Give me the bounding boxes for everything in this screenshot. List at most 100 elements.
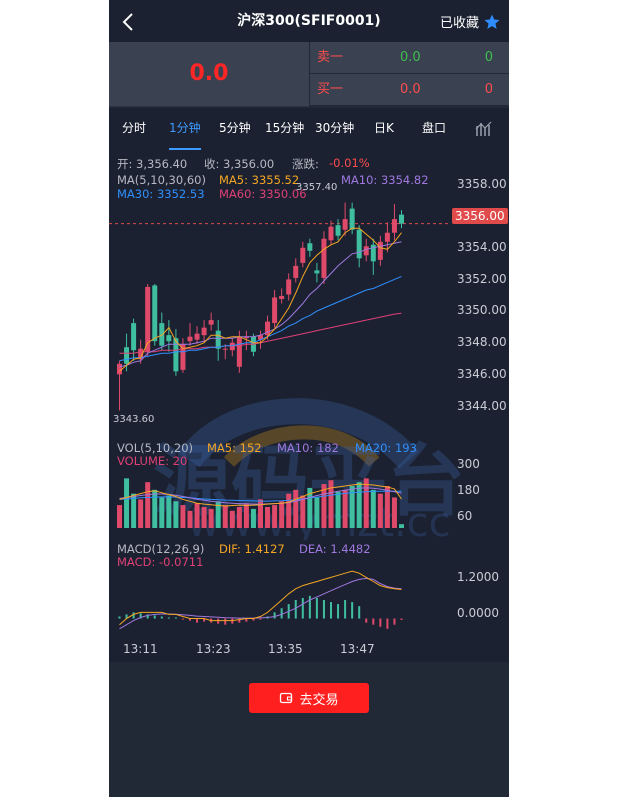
x-tick: 13:23 (196, 642, 231, 656)
candle-body (131, 323, 137, 351)
indicator-settings-icon[interactable] (475, 120, 493, 138)
kline-chart[interactable]: 源码平台 www.ymzt.cc 开: 3,356.40 收: 3,356.00… (109, 150, 509, 662)
candle-body (187, 336, 193, 342)
sell-one-price: 0.0 (400, 50, 421, 65)
buy-one-price: 0.0 (400, 82, 421, 97)
sell-one-row: 卖一 0.0 0 (310, 42, 509, 73)
volume-bar (370, 489, 376, 528)
candle-body (321, 238, 327, 278)
back-arrow-icon[interactable] (119, 10, 139, 34)
macd-bar (322, 600, 325, 619)
volume-bar (272, 505, 278, 528)
volume-bar (293, 489, 299, 528)
volume-bar (314, 497, 320, 528)
last-price: 0.0 (189, 61, 229, 86)
dea-line (119, 577, 402, 630)
dea-legend: DEA: 1.4482 (299, 542, 371, 556)
candle-body (293, 265, 299, 278)
candle-body (314, 270, 320, 274)
x-tick: 13:35 (268, 642, 303, 656)
volume-bar (377, 493, 383, 528)
macd-bar (365, 618, 368, 623)
vol-ma20-legend: MA20: 193 (355, 441, 417, 455)
tab-1min[interactable]: 1分钟 (169, 108, 201, 150)
volume-bar (229, 510, 235, 528)
macd-value-legend: MACD: -0.0711 (117, 555, 204, 569)
tab-30min[interactable]: 30分钟 (315, 108, 354, 148)
candle-body (342, 219, 348, 230)
volume-bar (236, 507, 242, 528)
macd-bar (379, 618, 382, 627)
last-price-tag: 3356.00 (452, 208, 508, 224)
volume-bar (194, 503, 200, 528)
go-trade-label: 去交易 (299, 692, 339, 708)
macd-bar (217, 618, 220, 624)
volume-bar (335, 491, 341, 528)
candle-body (356, 229, 362, 259)
macd-y-tick: 1.2000 (457, 570, 499, 584)
macd-bar (181, 618, 184, 620)
y-tick: 3352.00 (457, 272, 507, 286)
wallet-icon (280, 692, 293, 704)
volume-bar (187, 510, 193, 528)
buy-one-label: 买一 (317, 82, 344, 97)
volume-bar (391, 497, 397, 528)
candle-body (236, 336, 242, 367)
change-label: 涨跌: (292, 157, 319, 171)
tab-5min[interactable]: 5分钟 (219, 108, 251, 148)
last-price-box: 0.0 (109, 42, 309, 107)
volume-bar (363, 478, 369, 528)
volume-bar (286, 493, 292, 528)
candle-body (328, 226, 334, 241)
ma-params: MA(5,10,30,60) (117, 173, 206, 187)
candle-body (399, 214, 404, 224)
macd-bar (344, 600, 347, 619)
ma30-legend: MA30: 3352.53 (117, 187, 205, 201)
candle-body (194, 333, 200, 340)
volume-bar (124, 478, 130, 528)
candle-body (307, 243, 313, 251)
candle-body (300, 247, 306, 263)
macd-bar (259, 618, 262, 620)
macd-bar (372, 618, 375, 625)
volume-bar (222, 505, 228, 528)
volume-bar (208, 508, 214, 528)
volume-bar (279, 501, 285, 528)
macd-bar (358, 606, 361, 619)
candle-body (201, 327, 207, 336)
x-tick: 13:47 (340, 642, 375, 656)
candle-body (215, 330, 221, 349)
y-tick: 3350.00 (457, 303, 507, 317)
high-annotation: 3357.40 (296, 182, 338, 193)
volume-bar (166, 495, 172, 528)
volume-bar (384, 486, 390, 528)
chart-canvas[interactable] (109, 150, 509, 662)
candle-body (124, 347, 130, 364)
macd-bar (174, 617, 177, 619)
tab-timeshare[interactable]: 分时 (122, 108, 146, 148)
macd-bar (294, 600, 297, 619)
macd-bar (273, 612, 276, 619)
macd-bar (330, 602, 332, 619)
sell-one-label: 卖一 (317, 50, 344, 65)
close-price: 收: 3,356.00 (204, 157, 275, 171)
buy-one-row: 买一 0.0 0 (310, 74, 509, 105)
tab-orderbook[interactable]: 盘口 (422, 108, 446, 148)
candle-body (159, 323, 165, 346)
candle-body (152, 285, 158, 342)
vol-ma5-legend: MA5: 152 (207, 441, 262, 455)
tab-daily[interactable]: 日K (374, 108, 394, 148)
tab-15min[interactable]: 15分钟 (265, 108, 304, 148)
candle-body (286, 279, 292, 295)
macd-bar (167, 617, 170, 619)
go-trade-button[interactable]: 去交易 (249, 683, 369, 713)
macd-bar (351, 602, 354, 619)
candle-body (377, 241, 383, 260)
volume-bar (356, 482, 362, 528)
macd-bar (280, 608, 283, 619)
macd-bar (301, 597, 304, 619)
vol-ma10-legend: MA10: 182 (277, 441, 339, 455)
header: 沪深300(SFIF0001) 已收藏 (109, 0, 509, 42)
favorite-toggle[interactable]: 已收藏 (440, 12, 501, 31)
volume-bar (243, 503, 249, 528)
